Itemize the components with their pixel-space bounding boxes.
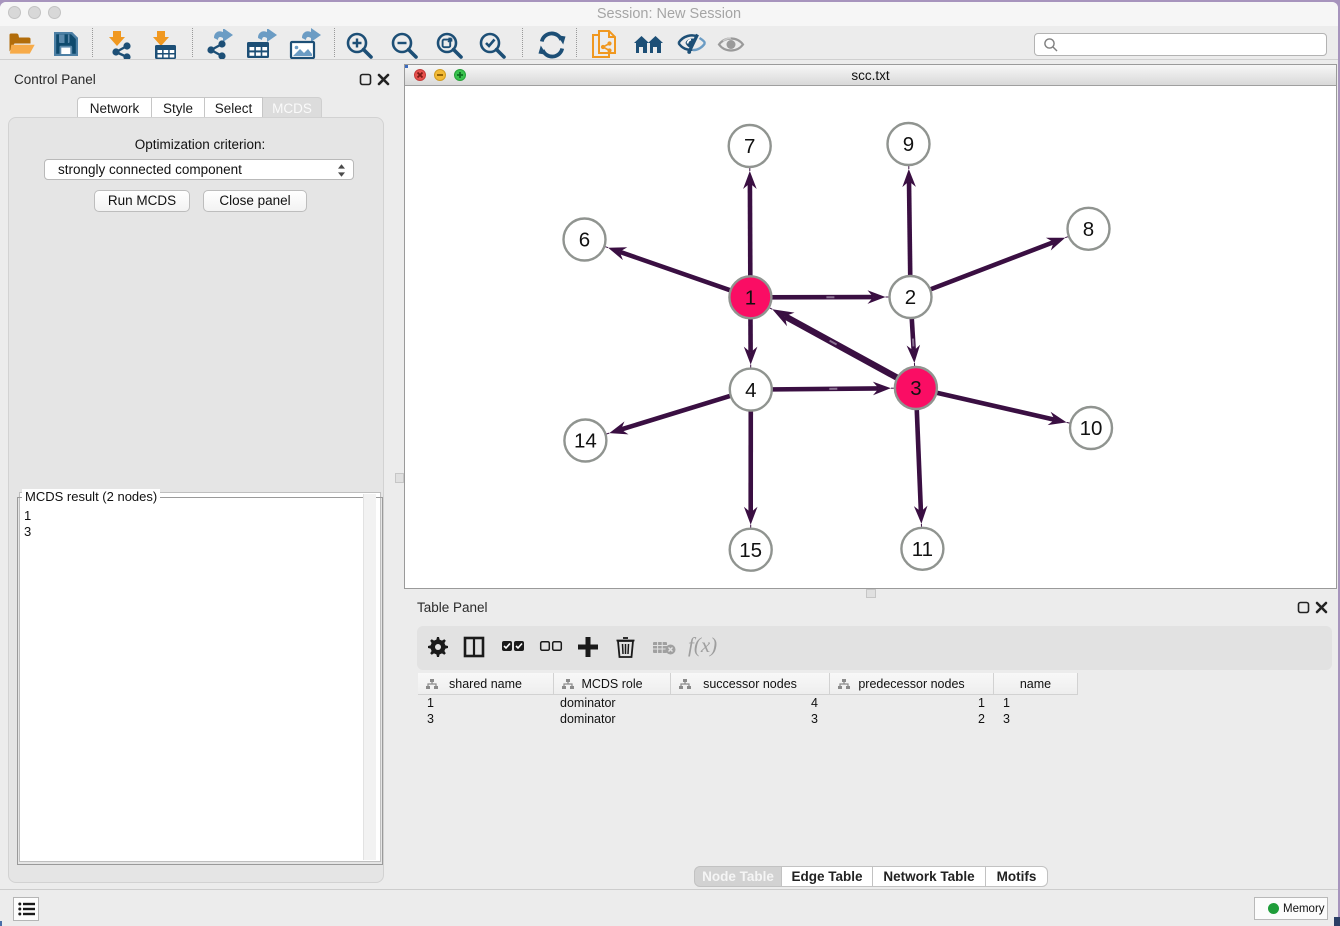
svg-text:14: 14 xyxy=(574,430,597,453)
svg-text:10: 10 xyxy=(1080,417,1103,440)
svg-text:2: 2 xyxy=(905,286,916,309)
svg-text:6: 6 xyxy=(579,229,590,252)
svg-text:1: 1 xyxy=(745,287,756,310)
svg-text:11: 11 xyxy=(912,538,933,561)
svg-text:15: 15 xyxy=(739,539,762,562)
svg-text:4: 4 xyxy=(745,379,756,402)
svg-text:3: 3 xyxy=(910,377,921,400)
svg-text:8: 8 xyxy=(1083,218,1094,241)
svg-text:7: 7 xyxy=(744,135,755,158)
svg-text:9: 9 xyxy=(903,133,914,156)
